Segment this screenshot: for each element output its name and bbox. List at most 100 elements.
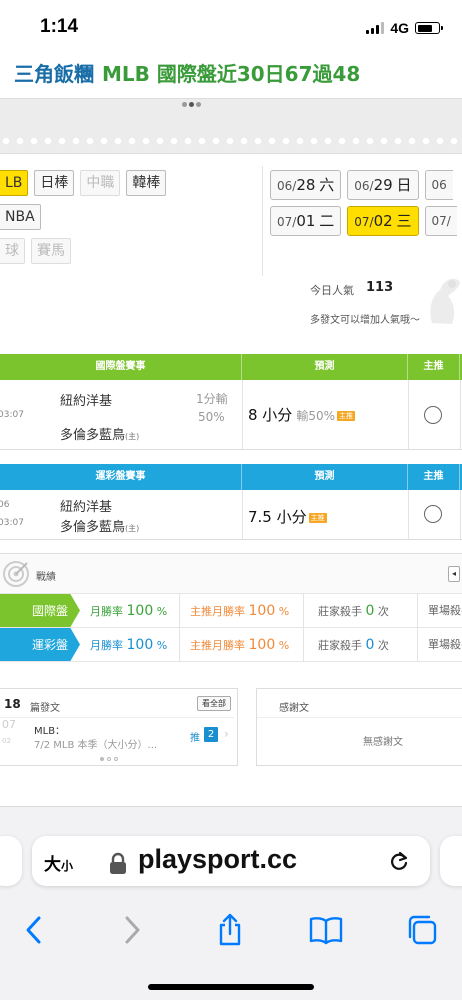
home-indicator	[148, 984, 314, 990]
status-bar: 1:14 4G	[0, 0, 462, 48]
posts-panel: 18 篇發文 看全部 07 02 MLB： 7/2 MLB 本季（大小分）... …	[0, 688, 238, 766]
header-game: 國際盤賽事	[0, 354, 242, 380]
blog-name[interactable]: 三角飯糰	[14, 62, 94, 86]
posts-count: 18	[4, 697, 21, 711]
post-item[interactable]: MLB： 7/2 MLB 本季（大小分）...	[34, 725, 157, 753]
team-home: 多倫多藍鳥(主)	[60, 520, 140, 535]
share-icon	[219, 913, 241, 946]
lock-icon	[110, 852, 126, 874]
stats-more-button[interactable]: ◂	[448, 566, 460, 582]
stat-label: 國際盤	[0, 594, 80, 627]
see-all-posts-button[interactable]: 看全部	[197, 696, 231, 711]
prediction-pick: 7.5 小分 主推	[248, 508, 327, 526]
tabs-button[interactable]	[404, 912, 440, 948]
league-tag-ball: 球	[0, 238, 25, 264]
main-pick-badge: 主推	[308, 513, 327, 523]
prediction-pick: 8 小分 輸50% 主推	[248, 406, 355, 424]
next-tab-pill[interactable]	[440, 836, 462, 886]
table-header: 運彩盤賽事 預測 主推	[0, 464, 462, 490]
chevron-right-icon[interactable]: ›	[224, 727, 229, 741]
date-button-0702[interactable]: 07/02 三	[347, 206, 419, 236]
date-button-0630[interactable]: 06	[424, 170, 453, 200]
status-time: 1:14	[40, 16, 79, 37]
main-pick-badge: 主推	[337, 411, 355, 421]
push-label: 推	[190, 733, 200, 744]
date-button-0628[interactable]: 06/28 六	[270, 170, 342, 200]
stat-row-intl: 國際盤 月勝率 100 % 主推月勝率 100 % 莊家殺手 0 次 單場殺手	[0, 594, 462, 628]
date-button-0629[interactable]: 06/29 日	[347, 170, 419, 200]
header-prediction: 預測	[242, 464, 408, 490]
thanks-empty-text: 無感謝文	[363, 737, 403, 748]
lottery-game-table: 運彩盤賽事 預測 主推 06 03:07 紐約洋基 多倫多藍鳥(主) 7.5 小…	[0, 464, 462, 540]
record-stats-panel: 戰績 ◂ 國際盤 月勝率 100 % 主推月勝率 100 % 莊家殺手 0 次 …	[0, 553, 462, 662]
forward-button[interactable]	[114, 912, 150, 948]
popularity-value: 113	[366, 280, 394, 295]
book-icon	[309, 917, 343, 945]
table-row: 03:07 紐約洋基 多倫多藍鳥(主) 1分輸 50% 8 小分 輸50% 主推	[0, 380, 462, 450]
game-time: 03:07	[0, 518, 24, 528]
single-killer: 單場殺手	[428, 638, 462, 651]
date-button-0703[interactable]: 07/	[424, 206, 457, 236]
game-time: 03:07	[0, 410, 24, 420]
back-button[interactable]	[16, 912, 52, 948]
main-monthly-win-rate: 主推月勝率 100 %	[180, 594, 304, 627]
banner-pager	[182, 102, 201, 107]
chevron-right-icon	[125, 916, 140, 944]
team-away: 紐約洋基	[60, 394, 113, 409]
stats-title: 戰績	[36, 572, 56, 583]
posts-pager	[100, 757, 118, 761]
banker-killer: 莊家殺手 0 次	[304, 594, 418, 627]
chevron-left-icon	[26, 916, 41, 944]
mascot-illustration	[430, 278, 460, 324]
table-row: 06 03:07 紐約洋基 多倫多藍鳥(主) 7.5 小分 主推	[0, 490, 462, 540]
intl-game-table: 國際盤賽事 預測 主推 03:07 紐約洋基 多倫多藍鳥(主) 1分輸 50% …	[0, 354, 462, 450]
game-number: 06	[0, 500, 10, 510]
handicap-line: 1分輸	[196, 392, 228, 406]
league-tag-npb[interactable]: 日棒	[34, 170, 75, 196]
stat-label: 運彩盤	[0, 628, 80, 661]
league-tag-nba[interactable]: NBA	[0, 204, 41, 230]
push-count-badge: 2	[204, 727, 218, 742]
league-tag-mlb[interactable]: LB	[0, 170, 29, 196]
posts-title: 篇發文	[30, 703, 60, 714]
network-label: 4G	[390, 20, 409, 36]
tabs-icon	[408, 915, 437, 945]
page-title: 三角飯糰 MLB 國際盤近30日67過48	[14, 58, 360, 87]
thanks-panel: 感謝文 無感謝文	[256, 688, 462, 766]
signal-icon	[366, 22, 385, 34]
main-pick-radio[interactable]	[424, 505, 442, 523]
date-row-2: 07/01 二 07/02 三 07/	[270, 206, 457, 236]
header-prediction: 預測	[242, 354, 408, 380]
monthly-win-rate: 月勝率 100 %	[80, 594, 180, 627]
status-indicators: 4G	[366, 20, 443, 36]
team-home: 多倫多藍鳥(主)	[60, 428, 140, 443]
previous-tab-pill[interactable]	[0, 836, 22, 886]
date-button-0701[interactable]: 07/01 二	[270, 206, 342, 236]
main-pick-radio[interactable]	[424, 406, 442, 424]
single-killer: 單場殺手	[428, 604, 462, 617]
banner-carousel[interactable]	[0, 98, 462, 154]
reload-icon[interactable]	[388, 850, 410, 872]
target-icon	[3, 561, 29, 587]
league-tag-cpbl: 中職	[80, 170, 121, 196]
league-selector: LB 日棒 中職 韓棒 NBA 球 賽馬	[0, 170, 260, 272]
league-tag-kbo[interactable]: 韓棒	[126, 170, 167, 196]
stat-row-lottery: 運彩盤 月勝率 100 % 主推月勝率 100 % 莊家殺手 0 次 單場殺手	[0, 628, 462, 662]
battery-icon	[415, 22, 443, 34]
header-main: 主推	[408, 464, 460, 490]
header-main: 主推	[408, 354, 460, 380]
team-away: 紐約洋基	[60, 500, 113, 515]
header-game: 運彩盤賽事	[0, 464, 242, 490]
thanks-title: 感謝文	[279, 703, 309, 714]
address-bar[interactable]: 大小 playsport.cc	[32, 836, 430, 886]
share-button[interactable]	[212, 912, 248, 948]
popularity-hint: 多發文可以增加人氣哦～	[310, 315, 420, 326]
text-size-button[interactable]: 大小	[44, 850, 73, 875]
league-tag-horse-racing: 賽馬	[31, 238, 71, 264]
handicap-pct: 50%	[198, 410, 225, 424]
record-summary: MLB 國際盤近30日67過48	[102, 62, 361, 86]
bookmarks-button[interactable]	[308, 912, 344, 948]
table-header: 國際盤賽事 預測 主推	[0, 354, 462, 380]
banker-killer: 莊家殺手 0 次	[304, 628, 418, 661]
main-monthly-win-rate: 主推月勝率 100 %	[180, 628, 304, 661]
